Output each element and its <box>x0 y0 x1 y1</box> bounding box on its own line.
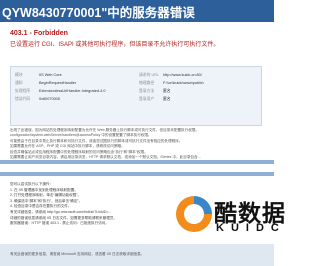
info-label: 模块 <box>15 73 23 77</box>
suggested-steps: 您可以尝试执行以下操作： 1. 在 IIS 管理器中找到处理程序映射配置。 2.… <box>10 182 170 227</box>
footer-text: 有关此错误的更多信息，请查阅 Microsoft 支持网站，或查看 IIS 日志… <box>10 252 145 256</box>
info-value: 0x80070005 <box>39 97 60 101</box>
info-label: 物理路径 <box>139 81 155 85</box>
info-label: 错误代码 <box>15 97 31 101</box>
request-url-link[interactable]: http://www.kuidc.cn:80/ <box>163 73 202 77</box>
info-value: 匿名 <box>163 89 171 93</box>
info-row: 请求的 URL http://www.kuidc.cn:80/ <box>139 71 204 79</box>
section-divider <box>0 172 274 176</box>
error-message: 已设置运行 CGI、ISAPI 或其他可执行程序，但该目录不允许执行可执行文件。 <box>10 42 220 48</box>
section-divider <box>0 160 274 164</box>
error-heading: 403.1 - Forbidden <box>10 30 68 37</box>
info-row: 错误代码 0x80070005 <box>15 95 105 103</box>
info-row: 登录用户 匿名 <box>139 95 204 103</box>
info-value: 匿名 <box>163 97 171 101</box>
logo-name-en: KUIDC <box>216 222 286 234</box>
info-label: 登录方法 <box>139 89 155 93</box>
steps-line: 服务器错误：HTTP 错误 403.1 - 禁止访问：已拒绝执行访问。 <box>10 221 109 226</box>
info-label: 登录用户 <box>139 97 155 101</box>
info-row: 处理程序 ExtensionlessUrlHandler-Integrated-4… <box>15 87 105 95</box>
kuidc-watermark-logo: 酷数据 KUIDC <box>172 186 285 246</box>
info-label: 请求的 URL <box>139 73 160 77</box>
window-title: QYW8430770001"中的服务器错误 <box>2 6 195 20</box>
info-row: 模块 IIS Web Core <box>15 71 105 79</box>
info-row: 物理路径 F:\\cn\kuidc\www\public\ <box>139 79 204 87</box>
info-left-column: 模块 IIS Web Core 通知 BeginRequestHandler 处理程… <box>15 71 105 103</box>
info-value: ExtensionlessUrlHandler-Integrated-4.0 <box>39 89 106 93</box>
kuidc-logo-icon <box>176 196 212 232</box>
info-label: 处理程序 <box>15 89 31 93</box>
error-header: 403.1 - Forbidden 已设置运行 CGI、ISAPI 或其他可执行… <box>10 30 260 48</box>
info-value: F:\\cn\kuidc\www\public\ <box>163 81 204 85</box>
title-bar: QYW8430770001"中的服务器错误 <box>0 0 274 22</box>
info-row: 登录方法 匿名 <box>139 87 204 95</box>
detailed-error-info: 模块 IIS Web Core 通知 BeginRequestHandler 处理程… <box>10 66 262 126</box>
info-right-column: 请求的 URL http://www.kuidc.cn:80/ 物理路径 F:\\c… <box>139 71 204 103</box>
info-label: 通知 <box>15 81 23 85</box>
info-value: BeginRequestHandler <box>39 81 77 85</box>
info-row: 通知 BeginRequestHandler <box>15 79 105 87</box>
page-footer: 有关此错误的更多信息，请查阅 Microsoft 支持网站，或查看 IIS 日志… <box>0 244 274 266</box>
info-value: IIS Web Core <box>39 73 62 77</box>
